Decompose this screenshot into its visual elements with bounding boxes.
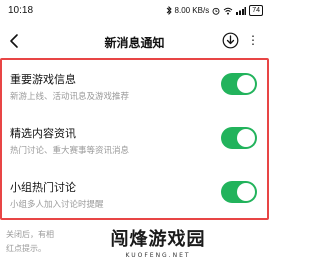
watermark-logo: 闯烽游戏园 KUOFENG.NET	[98, 225, 218, 259]
footer-note: 关闭后，有相 红点提示。	[6, 228, 54, 256]
toggle-knob	[237, 129, 255, 147]
setting-title: 重要游戏信息	[10, 73, 76, 86]
notification-settings-list: 重要游戏信息 新游上线、活动讯息及游戏推荐 精选内容资讯 热门讨论、重大赛事等资…	[0, 58, 269, 220]
footer-note-line-2: 红点提示。	[6, 244, 46, 253]
download-icon[interactable]	[222, 32, 239, 49]
footer-note-line-1: 关闭后，有相	[6, 230, 54, 239]
toggle-knob	[237, 75, 255, 93]
watermark-url: KUOFENG.NET	[125, 252, 191, 259]
wifi-icon	[223, 7, 233, 15]
setting-description: 小组多人加入讨论时提醒	[10, 200, 104, 210]
toggle-knob	[237, 183, 255, 201]
featured-content-toggle[interactable]	[221, 127, 257, 149]
status-icons: 8.00 KB/s 74	[166, 5, 263, 16]
watermark-name: 闯烽游戏园	[110, 229, 206, 250]
status-bar: 10:18 8.00 KB/s 74	[0, 0, 269, 22]
bluetooth-icon	[166, 6, 172, 15]
setting-row-important-game-info[interactable]: 重要游戏信息 新游上线、活动讯息及游戏推荐	[2, 60, 267, 114]
setting-title: 小组热门讨论	[10, 181, 76, 194]
important-game-info-toggle[interactable]	[221, 73, 257, 95]
setting-row-featured-content[interactable]: 精选内容资讯 热门讨论、重大赛事等资讯消息	[2, 114, 267, 168]
alarm-icon	[212, 7, 220, 15]
status-time: 10:18	[8, 5, 34, 16]
network-speed: 8.00 KB/s	[174, 6, 210, 15]
setting-row-group-hot-discussion[interactable]: 小组热门讨论 小组多人加入讨论时提醒	[2, 168, 267, 222]
setting-title: 精选内容资讯	[10, 127, 76, 140]
signal-icon	[236, 6, 247, 15]
navigation-bar: 新消息通知 ⋮	[0, 26, 269, 56]
setting-description: 新游上线、活动讯息及游戏推荐	[10, 92, 130, 102]
more-icon[interactable]: ⋮	[247, 34, 259, 46]
battery-indicator: 74	[249, 5, 263, 16]
setting-description: 热门讨论、重大赛事等资讯消息	[10, 146, 130, 156]
group-hot-discussion-toggle[interactable]	[221, 181, 257, 203]
